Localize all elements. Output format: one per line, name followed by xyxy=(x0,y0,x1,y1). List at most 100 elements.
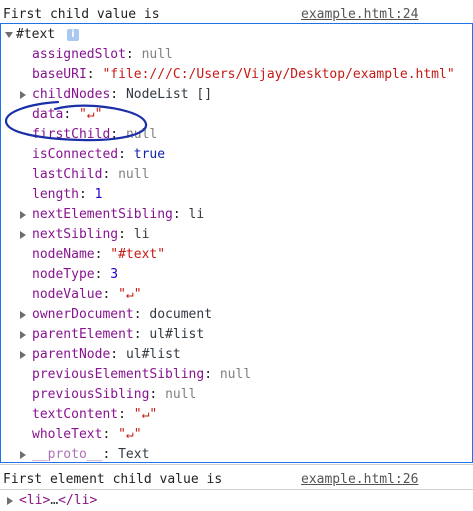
property-value: "↵" xyxy=(118,287,142,302)
console-log-line: First element child value is example.htm… xyxy=(0,470,473,490)
property-value: li xyxy=(188,207,205,222)
property-value: ul#list xyxy=(125,347,181,362)
property-row: assignedSlot: null xyxy=(32,45,173,65)
property-value: "↵" xyxy=(118,427,142,442)
property-row[interactable]: parentNode: ul#list xyxy=(32,345,181,365)
property-key: nodeValue xyxy=(32,287,103,302)
property-row: textContent: "↵" xyxy=(32,405,157,425)
property-row[interactable]: nextSibling: li xyxy=(32,225,149,245)
property-separator: : xyxy=(172,207,189,222)
property-separator: : xyxy=(125,47,142,62)
source-link[interactable]: example.html:26 xyxy=(301,470,418,490)
property-separator: : xyxy=(110,87,126,102)
console-log-line: First child value is example.html:24 xyxy=(0,5,473,25)
property-key: data xyxy=(32,107,64,122)
property-row[interactable]: nextElementSibling: li xyxy=(32,205,204,225)
log-message: First child value is xyxy=(3,7,160,22)
expand-right-icon[interactable] xyxy=(20,351,26,359)
property-value: "file:///C:/Users/Vijay/Desktop/example.… xyxy=(102,67,455,82)
property-key: length xyxy=(32,187,79,202)
property-row: data: "↵" xyxy=(32,105,102,125)
property-separator: : xyxy=(118,147,134,162)
property-key: previousSibling xyxy=(32,387,150,402)
property-key: childNodes xyxy=(32,87,111,102)
property-separator: : xyxy=(204,367,220,382)
property-separator: : xyxy=(102,167,119,182)
property-separator: : xyxy=(94,247,111,262)
property-value: "#text" xyxy=(110,247,166,262)
property-row: baseURI: "file:///C:/Users/Vijay/Desktop… xyxy=(32,65,455,85)
property-row: isConnected: true xyxy=(32,145,165,165)
property-key: previousElementSibling xyxy=(32,367,205,382)
property-row: lastChild: null xyxy=(32,165,149,185)
property-separator: : xyxy=(102,447,119,462)
expand-right-icon[interactable] xyxy=(20,211,26,219)
object-inspector-panel: #text i assignedSlot: null baseURI: "file… xyxy=(0,23,473,463)
property-value: li xyxy=(133,227,150,242)
property-row[interactable]: parentElement: ul#list xyxy=(32,325,204,345)
property-row: firstChild: null xyxy=(32,125,157,145)
property-row[interactable]: ownerDocument: document xyxy=(32,305,212,325)
expand-right-icon[interactable] xyxy=(20,331,26,339)
property-row: nodeName: "#text" xyxy=(32,245,165,265)
property-separator: : xyxy=(94,267,111,282)
property-value: "↵" xyxy=(78,107,103,122)
log-message: First element child value is xyxy=(3,472,223,487)
property-key: nodeType xyxy=(32,267,95,282)
expand-right-icon[interactable] xyxy=(20,311,26,319)
expand-right-icon[interactable] xyxy=(20,231,26,239)
property-value: null xyxy=(141,47,173,62)
property-key: firstChild xyxy=(32,127,111,142)
property-key: __proto__ xyxy=(32,447,103,462)
property-key: lastChild xyxy=(32,167,103,182)
property-separator: : xyxy=(86,67,103,82)
property-row: wholeText: "↵" xyxy=(32,425,142,445)
expand-right-icon[interactable] xyxy=(20,91,26,99)
property-separator: : xyxy=(63,107,79,122)
property-row: previousSibling: null xyxy=(32,385,196,405)
property-key: ownerDocument xyxy=(32,307,134,322)
property-row: nodeType: 3 xyxy=(32,265,118,285)
property-key: nextElementSibling xyxy=(32,207,173,222)
property-key: nextSibling xyxy=(32,227,119,242)
property-row[interactable]: childNodes: NodeList [] xyxy=(32,85,212,105)
close-tag: </li> xyxy=(58,493,98,508)
property-value: NodeList [] xyxy=(125,87,213,102)
expand-down-icon[interactable] xyxy=(5,32,13,38)
collapsed-element[interactable]: <li>…</li> xyxy=(0,491,473,511)
property-key: nodeName xyxy=(32,247,95,262)
property-value: null xyxy=(118,167,150,182)
property-separator: : xyxy=(102,427,119,442)
property-row: previousElementSibling: null xyxy=(32,365,251,385)
property-key: baseURI xyxy=(32,67,87,82)
property-key: isConnected xyxy=(32,147,119,162)
property-row[interactable]: __proto__: Text xyxy=(32,445,149,462)
property-value: 1 xyxy=(94,187,103,202)
property-value: null xyxy=(165,387,197,402)
property-separator: : xyxy=(133,307,150,322)
property-value: ul#list xyxy=(149,327,205,342)
property-row: length: 1 xyxy=(32,185,102,205)
property-separator: : xyxy=(133,327,150,342)
property-value: null xyxy=(219,367,252,382)
property-value: null xyxy=(125,127,158,142)
expand-right-icon[interactable] xyxy=(20,451,26,459)
info-icon[interactable]: i xyxy=(67,28,79,41)
property-key: parentNode xyxy=(32,347,111,362)
ellipsis: … xyxy=(50,493,59,508)
source-link[interactable]: example.html:24 xyxy=(301,5,418,25)
expand-right-icon[interactable] xyxy=(7,497,13,505)
divider xyxy=(0,464,473,465)
property-separator: : xyxy=(118,407,134,422)
object-header[interactable]: #text i xyxy=(1,25,471,45)
property-separator: : xyxy=(110,347,126,362)
property-value: document xyxy=(149,307,213,322)
property-separator: : xyxy=(78,187,95,202)
property-separator: : xyxy=(118,227,134,242)
property-separator: : xyxy=(102,287,119,302)
property-value: true xyxy=(133,147,166,162)
property-key: parentElement xyxy=(32,327,134,342)
property-value: "↵" xyxy=(133,407,158,422)
object-title: #text xyxy=(16,27,56,42)
property-row: nodeValue: "↵" xyxy=(32,285,142,305)
